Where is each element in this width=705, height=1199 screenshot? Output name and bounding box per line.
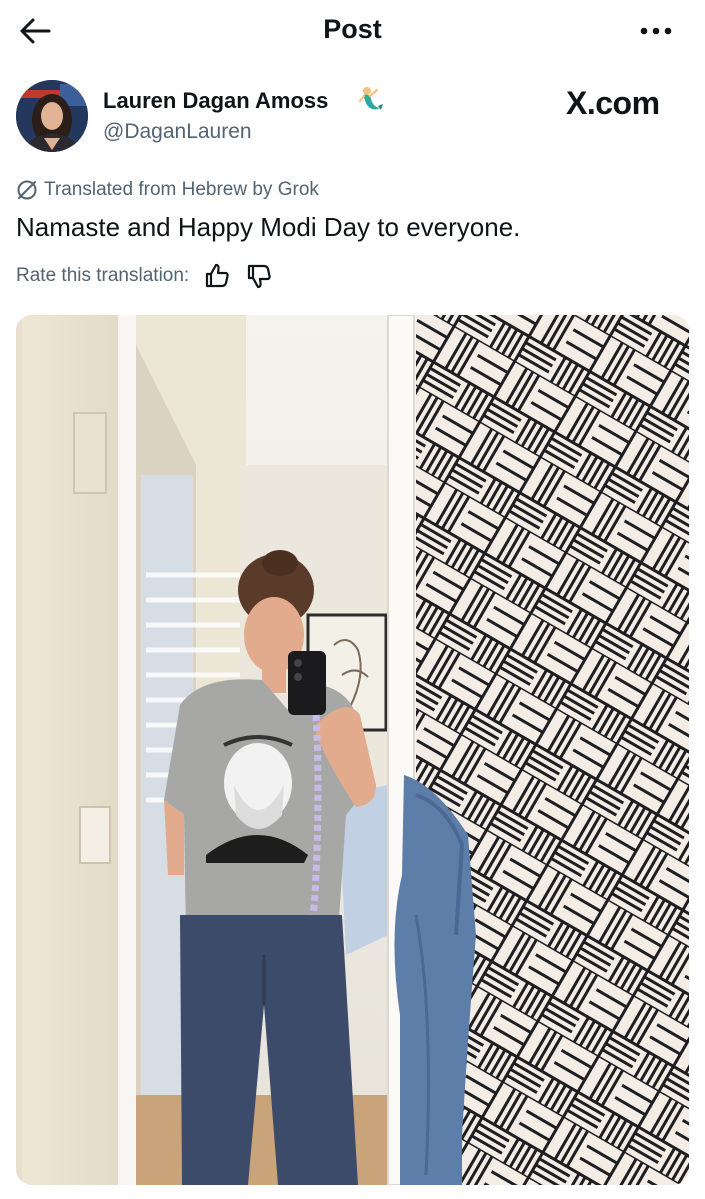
- thumbs-up-icon: [206, 263, 229, 288]
- thumbs-down-icon: [248, 264, 271, 289]
- rate-label: Rate this translation:: [16, 265, 190, 286]
- more-dots-icon: [640, 27, 672, 35]
- top-bar: Post: [0, 0, 705, 62]
- avatar[interactable]: [16, 80, 88, 152]
- back-button[interactable]: [18, 16, 52, 46]
- translation-label: Translated from Hebrew by Grok: [44, 179, 319, 200]
- author-handle[interactable]: @DaganLauren: [103, 120, 252, 144]
- thumbs-up-button[interactable]: [203, 262, 231, 290]
- rate-translation: Rate this translation:: [16, 262, 273, 290]
- author-name[interactable]: Lauren Dagan Amoss: [103, 88, 328, 114]
- page-title: Post: [323, 14, 382, 44]
- translation-notice[interactable]: Translated from Hebrew by Grok: [16, 177, 319, 203]
- post-text: Namaste and Happy Modi Day to everyone.: [16, 212, 521, 242]
- x-watermark: X.com: [566, 85, 660, 121]
- more-options-button[interactable]: [636, 18, 676, 44]
- bottom-edge: [0, 1185, 705, 1199]
- mermaid-emoji-icon: [354, 84, 384, 114]
- arrow-left-icon: [20, 18, 51, 44]
- post-image[interactable]: [16, 315, 689, 1185]
- thumbs-down-button[interactable]: [245, 262, 273, 290]
- grok-icon: [17, 180, 37, 200]
